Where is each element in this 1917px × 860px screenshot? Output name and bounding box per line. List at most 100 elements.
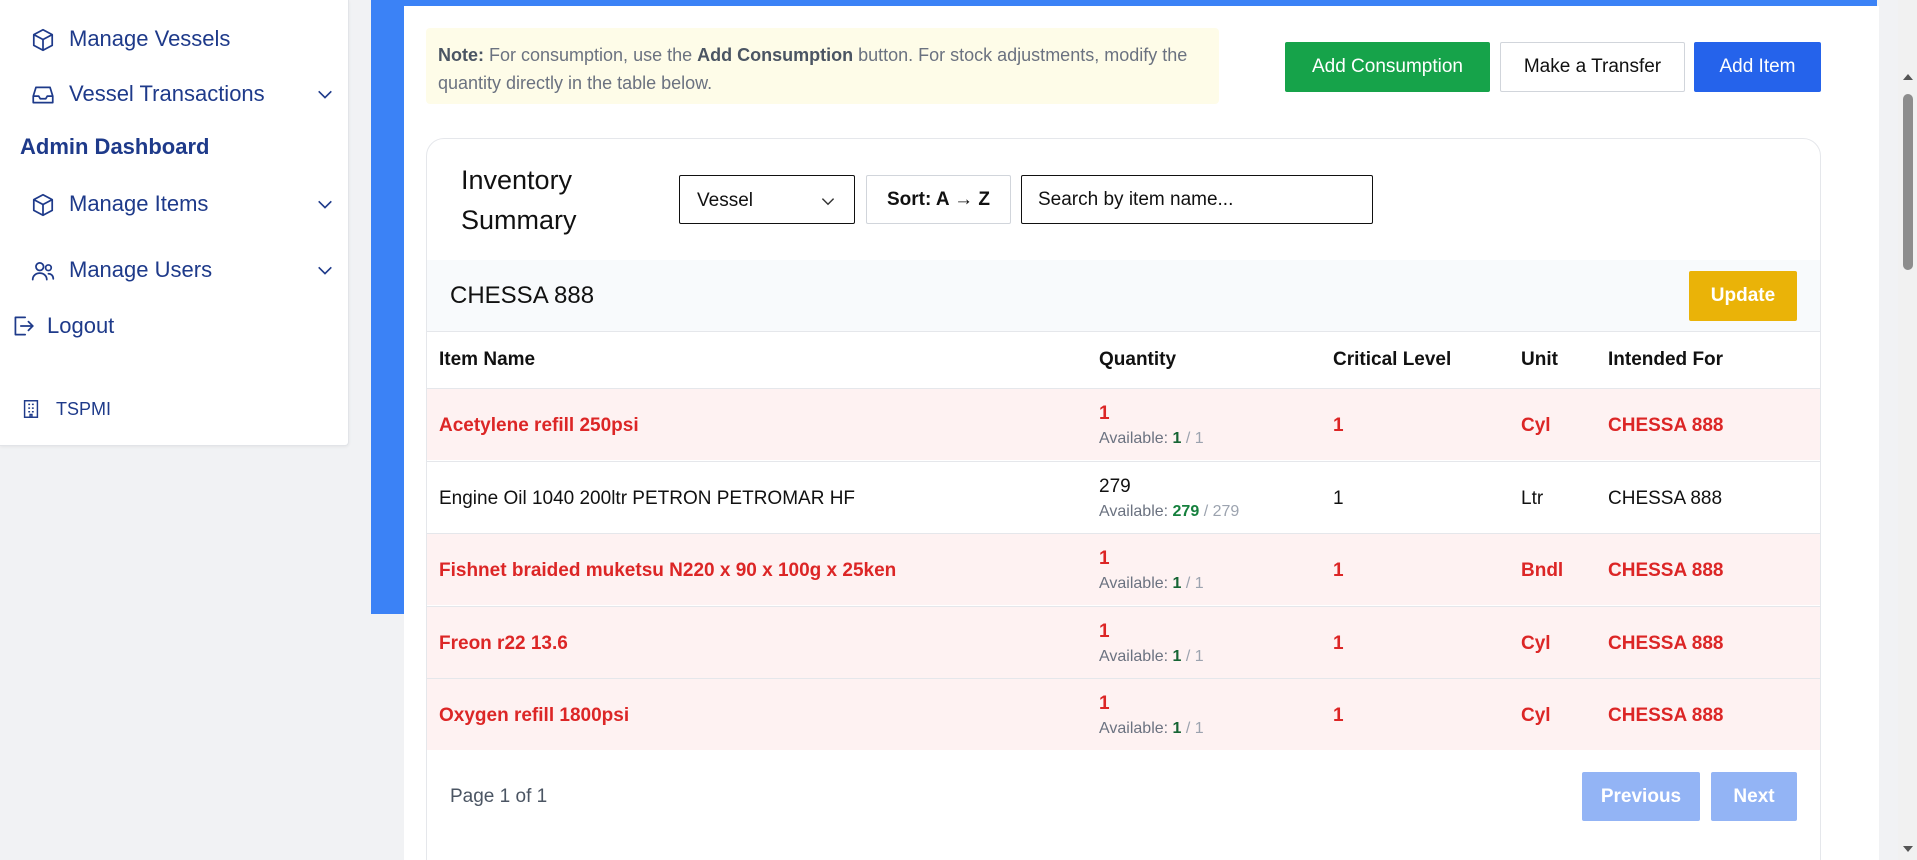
table-row[interactable]: Engine Oil 1040 200ltr PETRON PETROMAR H…: [427, 461, 1820, 533]
critical-level-cell: 1: [1333, 415, 1344, 436]
available-label: Available:: [1099, 503, 1173, 520]
available-count: 1: [1172, 648, 1182, 665]
note-bold: Add Consumption: [697, 45, 854, 65]
quantity-cell[interactable]: 1: [1099, 693, 1110, 715]
item-name-cell: Oxygen refill 1800psi: [439, 705, 630, 726]
available-text: Available: 1 / 1: [1099, 720, 1204, 738]
previous-page-button[interactable]: Previous: [1582, 772, 1700, 821]
chevron-down-icon[interactable]: [316, 85, 334, 103]
total-count: / 1: [1185, 575, 1204, 592]
available-text: Available: 1 / 1: [1099, 430, 1204, 448]
intended-for-cell: CHESSA 888: [1608, 633, 1724, 654]
available-count: 279: [1172, 503, 1200, 520]
search-input[interactable]: [1021, 175, 1373, 224]
available-text: Available: 1 / 1: [1099, 575, 1204, 593]
total-count: / 1: [1185, 430, 1204, 447]
column-header-item-name: Item Name: [439, 349, 536, 370]
unit-cell: Cyl: [1521, 415, 1551, 436]
cube-icon: [32, 28, 54, 52]
intended-for-cell: CHESSA 888: [1608, 488, 1723, 509]
item-name-cell: Acetylene refill 250psi: [439, 415, 639, 436]
column-header-critical-level: Critical Level: [1333, 349, 1452, 370]
available-count: 1: [1172, 430, 1182, 447]
column-header-quantity: Quantity: [1099, 349, 1177, 370]
add-consumption-button[interactable]: Add Consumption: [1285, 42, 1490, 92]
sidebar-item-manage-items[interactable]: Manage Items: [0, 184, 349, 224]
unit-cell: Cyl: [1521, 633, 1551, 654]
scroll-down-arrow-icon[interactable]: [1903, 846, 1913, 852]
vessel-filter-value: Vessel: [697, 190, 753, 211]
admin-dashboard-title: Admin Dashboard: [20, 134, 210, 159]
note-text-1: For consumption, use the: [484, 45, 698, 65]
column-header-intended-for: Intended For: [1608, 349, 1724, 370]
building-icon: [23, 400, 39, 418]
unit-cell: Cyl: [1521, 705, 1551, 726]
logout-button[interactable]: Logout: [0, 305, 349, 345]
sidebar-item-label: Manage Items: [69, 191, 209, 216]
chevron-down-icon[interactable]: [316, 195, 334, 213]
available-count: 1: [1172, 720, 1182, 737]
update-button[interactable]: Update: [1689, 271, 1797, 321]
note-prefix: Note:: [438, 45, 484, 65]
available-label: Available:: [1099, 430, 1173, 447]
quantity-cell[interactable]: 279: [1099, 476, 1131, 498]
intended-for-cell: CHESSA 888: [1608, 705, 1724, 726]
intended-for-cell: CHESSA 888: [1608, 560, 1724, 581]
vessel-filter-select[interactable]: Vessel: [679, 175, 855, 224]
available-label: Available:: [1099, 575, 1173, 592]
sidebar-item-label: Manage Vessels: [69, 26, 231, 51]
critical-level-cell: 1: [1333, 705, 1344, 726]
available-count: 1: [1172, 575, 1182, 592]
pagination-info: Page 1 of 1: [450, 786, 548, 807]
note-box: Note: For consumption, use the Add Consu…: [426, 28, 1219, 104]
total-count: / 1: [1185, 648, 1204, 665]
table-row[interactable]: Freon r22 13.6 1 Available: 1 / 1 1 Cyl CHESS…: [427, 606, 1820, 678]
available-text: Available: 279 / 279: [1099, 503, 1239, 521]
item-name-cell: Engine Oil 1040 200ltr PETRON PETROMAR H…: [439, 488, 856, 509]
critical-level-cell: 1: [1333, 633, 1344, 654]
chevron-down-icon[interactable]: [316, 261, 334, 279]
inventory-title-line-1: Inventory: [461, 165, 573, 195]
quantity-cell[interactable]: 1: [1099, 403, 1110, 425]
quantity-cell[interactable]: 1: [1099, 548, 1110, 570]
organization-name: TSPMI: [56, 398, 112, 419]
vessel-group-name: CHESSA 888: [450, 282, 595, 309]
sidebar: Manage Vessels Vessel Transactions Admin…: [0, 0, 349, 446]
column-header-unit: Unit: [1521, 349, 1558, 370]
available-label: Available:: [1099, 720, 1173, 737]
unit-cell: Bndl: [1521, 560, 1564, 581]
scrollbar-thumb[interactable]: [1903, 94, 1913, 270]
sidebar-item-manage-vessels[interactable]: Manage Vessels: [0, 19, 349, 59]
sidebar-item-vessel-transactions[interactable]: Vessel Transactions: [0, 74, 349, 114]
logout-label: Logout: [47, 313, 115, 338]
cube-icon: [32, 193, 54, 217]
unit-cell: Ltr: [1521, 488, 1544, 509]
available-label: Available:: [1099, 648, 1173, 665]
chevron-down-icon: [821, 198, 835, 206]
quantity-cell[interactable]: 1: [1099, 621, 1110, 643]
inbox-icon: [32, 86, 54, 104]
inventory-title-line-2: Summary: [461, 205, 577, 235]
table-row[interactable]: Fishnet braided muketsu N220 x 90 x 100g…: [427, 533, 1820, 605]
scroll-up-arrow-icon[interactable]: [1903, 74, 1913, 80]
inventory-title: Inventory Summary: [461, 160, 577, 240]
make-transfer-button[interactable]: Make a Transfer: [1500, 42, 1685, 92]
sidebar-item-label: Manage Users: [69, 257, 213, 282]
item-name-cell: Freon r22 13.6: [439, 633, 568, 654]
vessel-group-header: [427, 260, 1820, 332]
total-count: / 1: [1185, 720, 1204, 737]
table-row[interactable]: Oxygen refill 1800psi 1 Available: 1 / 11C…: [427, 678, 1820, 750]
add-item-button[interactable]: Add Item: [1694, 42, 1821, 92]
sidebar-item-manage-users[interactable]: Manage Users: [0, 250, 349, 290]
organization-label: TSPMI: [20, 398, 111, 420]
sort-button[interactable]: Sort: A → Z: [866, 175, 1011, 224]
intended-for-cell: CHESSA 888: [1608, 415, 1724, 436]
available-text: Available: 1 / 1: [1099, 648, 1204, 666]
next-page-button[interactable]: Next: [1711, 772, 1797, 821]
critical-level-cell: 1: [1333, 488, 1344, 509]
total-count: / 279: [1203, 503, 1240, 520]
sidebar-item-label: Vessel Transactions: [69, 81, 265, 106]
logout-icon: [14, 316, 34, 336]
users-icon: [31, 262, 55, 281]
table-row[interactable]: Acetylene refill 250psi 1 Available: 1 / 1…: [427, 388, 1820, 460]
